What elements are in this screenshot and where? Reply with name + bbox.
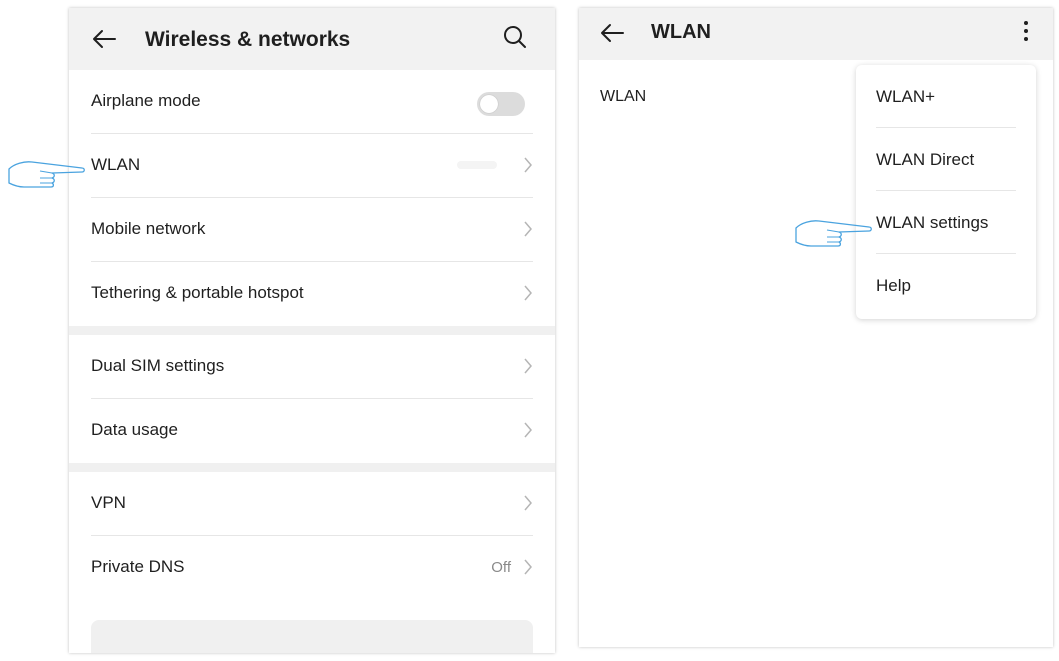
airplane-mode-label: Airplane mode — [91, 91, 201, 110]
partial-card — [91, 620, 533, 653]
menu-item-wlan-direct[interactable]: WLAN Direct — [856, 128, 1036, 191]
settings-item-tethering[interactable]: Tethering & portable hotspot — [69, 262, 555, 326]
chevron-right-icon — [523, 357, 533, 380]
search-icon[interactable] — [502, 24, 528, 55]
section-gap — [69, 463, 555, 472]
settings-item-data-usage[interactable]: Data usage — [69, 399, 555, 463]
menu-item-wlan-plus[interactable]: WLAN+ — [856, 65, 1036, 128]
chevron-right-icon — [523, 156, 533, 179]
airplane-mode-toggle[interactable] — [477, 92, 525, 116]
settings-item-label: WLAN — [91, 155, 141, 174]
settings-item-label: Tethering & portable hotspot — [91, 283, 304, 302]
airplane-mode-row[interactable]: Airplane mode — [69, 70, 555, 134]
settings-item-label: Mobile network — [91, 219, 206, 238]
settings-item-mobile-network[interactable]: Mobile network — [69, 198, 555, 262]
chevron-right-icon — [523, 494, 533, 517]
pointing-hand-icon — [6, 156, 86, 197]
settings-item-label: Private DNS — [91, 557, 185, 576]
settings-item-vpn[interactable]: VPN — [69, 472, 555, 536]
page-title: WLAN — [651, 21, 711, 43]
settings-item-private-dns[interactable]: Private DNS Off — [69, 536, 555, 600]
chevron-right-icon — [523, 558, 533, 581]
pointing-hand-icon — [793, 215, 873, 256]
wlan-screen: WLAN WLAN WLAN+ WLAN Direct WLAN setting… — [579, 8, 1053, 647]
settings-item-label: VPN — [91, 493, 126, 512]
section-gap — [69, 326, 555, 335]
more-vert-icon[interactable] — [1017, 16, 1035, 46]
private-dns-value: Off — [491, 559, 511, 576]
menu-item-label: WLAN+ — [876, 87, 936, 106]
menu-item-help[interactable]: Help — [856, 254, 1036, 317]
chevron-right-icon — [523, 421, 533, 444]
page-title: Wireless & networks — [145, 28, 351, 51]
settings-item-dual-sim[interactable]: Dual SIM settings — [69, 335, 555, 399]
back-arrow-icon[interactable] — [599, 20, 625, 51]
faded-status — [457, 161, 497, 169]
menu-item-wlan-settings[interactable]: WLAN settings — [856, 191, 1036, 254]
menu-item-label: Help — [876, 276, 911, 295]
wireless-networks-screen: Wireless & networks Airplane mode WLAN M… — [69, 8, 555, 653]
back-arrow-icon[interactable] — [91, 26, 117, 57]
menu-item-label: WLAN settings — [876, 213, 989, 232]
chevron-right-icon — [523, 284, 533, 307]
settings-item-wlan[interactable]: WLAN — [69, 134, 555, 198]
menu-item-label: WLAN Direct — [876, 150, 975, 169]
app-bar: Wireless & networks — [69, 8, 555, 70]
toggle-knob — [480, 95, 498, 113]
wlan-label: WLAN — [600, 88, 647, 105]
settings-item-label: Dual SIM settings — [91, 356, 225, 375]
app-bar: WLAN — [579, 8, 1053, 60]
overflow-menu: WLAN+ WLAN Direct WLAN settings Help — [856, 65, 1036, 319]
settings-item-label: Data usage — [91, 420, 178, 439]
chevron-right-icon — [523, 220, 533, 243]
